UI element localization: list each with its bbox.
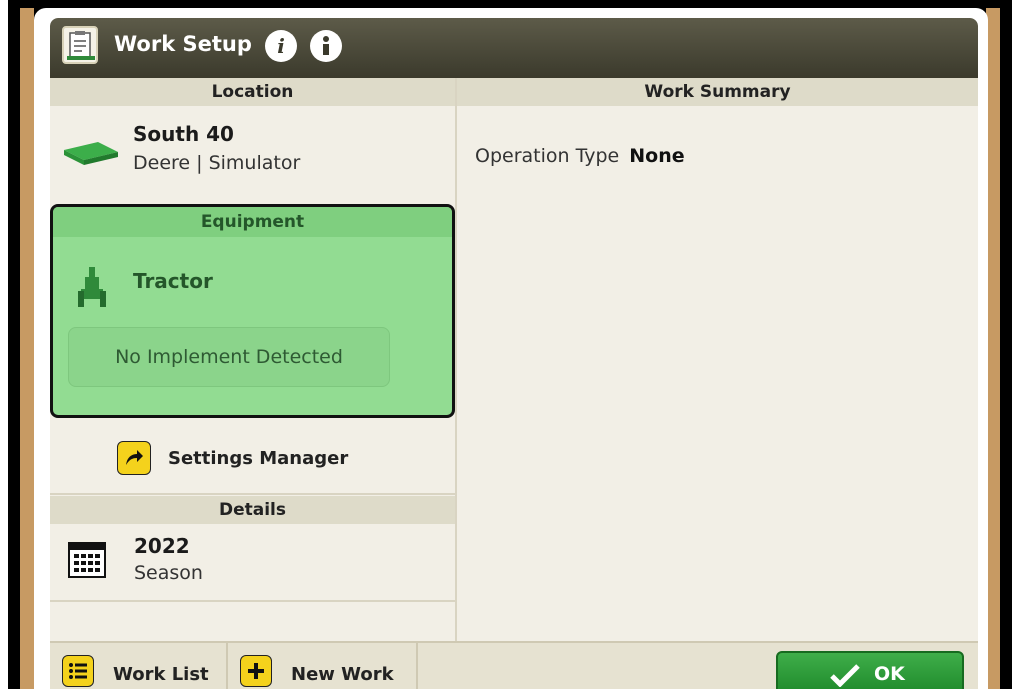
season-year: 2022 <box>134 534 190 558</box>
info-icon[interactable]: i <box>265 30 297 62</box>
season-label: Season <box>134 562 203 584</box>
bottom-toolbar: Work List New Work OK <box>50 641 978 689</box>
details-header: Details <box>50 496 455 524</box>
checkmark-icon <box>830 664 860 687</box>
ok-label: OK <box>874 663 905 685</box>
work-setup-app-icon <box>62 26 98 64</box>
bezel-trim-right <box>986 8 1000 689</box>
work-summary-panel: Work Summary Operation Type None <box>457 78 978 641</box>
implement-status[interactable]: No Implement Detected <box>68 327 390 387</box>
settings-manager-row[interactable]: Settings Manager <box>50 423 455 495</box>
work-summary-header: Work Summary <box>457 78 978 106</box>
work-list-button[interactable]: Work List <box>50 643 228 689</box>
tractor-icon <box>78 267 106 307</box>
location-row[interactable]: South 40 Deere | Simulator <box>50 106 455 201</box>
field-name: South 40 <box>133 122 234 146</box>
operation-type-value: None <box>629 145 685 167</box>
work-list-label: Work List <box>113 664 209 685</box>
bezel-trim-left <box>20 8 34 689</box>
calendar-icon <box>68 542 106 578</box>
settings-manager-button[interactable] <box>117 441 151 475</box>
field-icon <box>64 142 118 165</box>
equipment-panel[interactable]: Equipment Tractor No Implement Detected <box>50 204 455 418</box>
new-work-label: New Work <box>291 664 394 685</box>
equipment-header: Equipment <box>53 207 452 237</box>
plus-icon <box>240 655 272 687</box>
title-bar: Work Setup i <box>50 18 978 78</box>
info-detail-icon[interactable] <box>310 30 342 62</box>
location-header: Location <box>50 78 455 106</box>
operation-type-row: Operation Type None <box>475 145 685 167</box>
new-work-button[interactable]: New Work <box>228 643 418 689</box>
details-section: Details 2022 Season <box>50 496 455 602</box>
page-title: Work Setup <box>114 32 252 56</box>
left-panel: Location South 40 Deere | Simulator Equi… <box>50 78 457 641</box>
work-setup-app: Work Setup i Location South 40 Deere | S… <box>50 18 978 689</box>
field-client-farm: Deere | Simulator <box>133 152 301 174</box>
tractor-label: Tractor <box>133 269 213 293</box>
list-icon <box>62 655 94 687</box>
settings-manager-label: Settings Manager <box>168 448 349 469</box>
arrow-share-icon <box>126 450 143 465</box>
operation-type-label: Operation Type <box>475 145 620 167</box>
ok-button[interactable]: OK <box>776 651 964 689</box>
season-row[interactable]: 2022 Season <box>50 524 455 602</box>
